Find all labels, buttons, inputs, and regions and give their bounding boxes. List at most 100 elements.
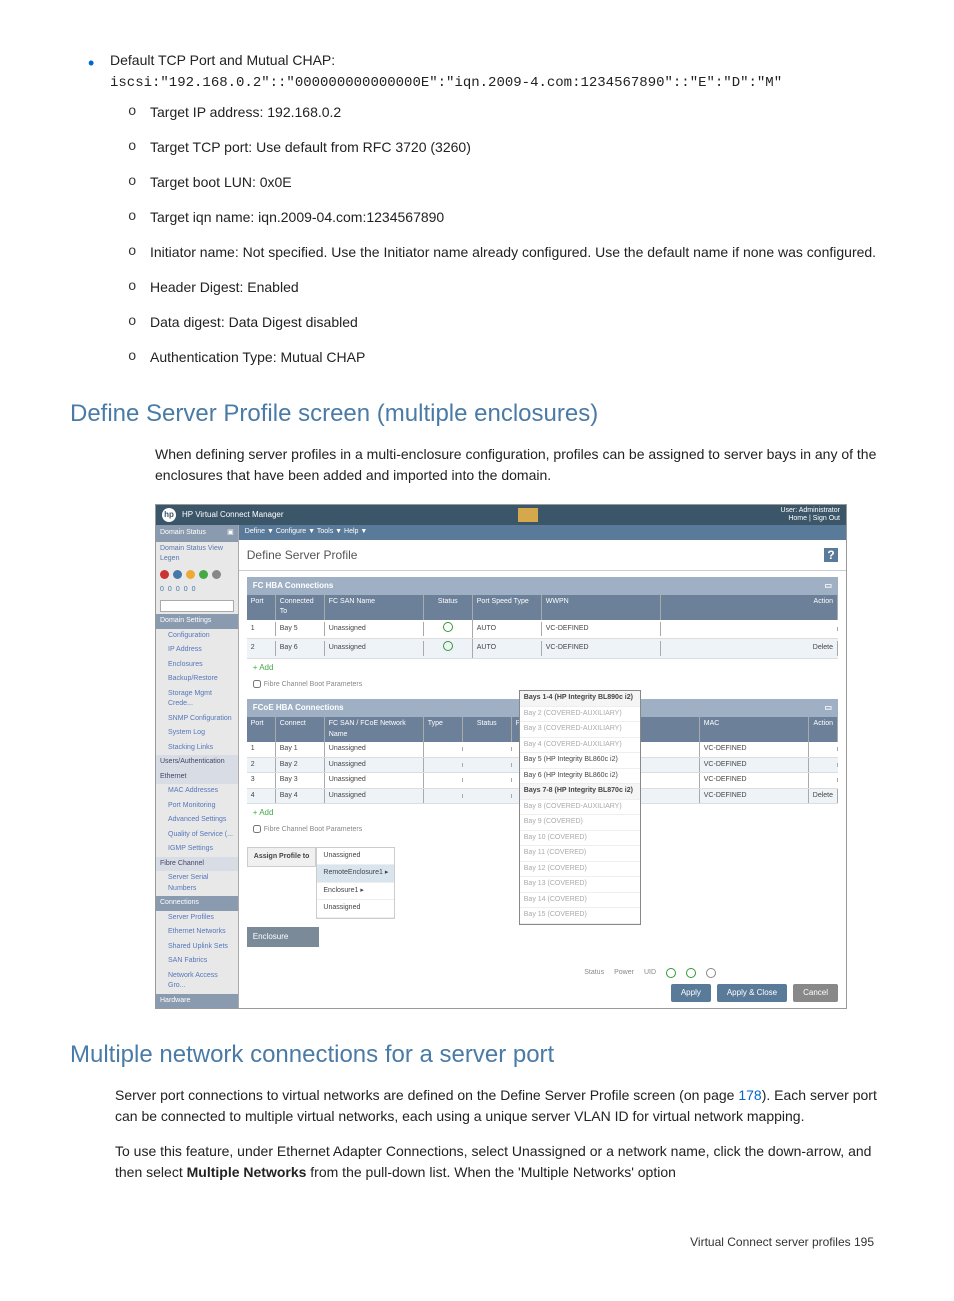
sidebar-item[interactable]: Server Serial Numbers (156, 871, 238, 896)
sidebar: Domain Status▣ Domain Status View Legen … (156, 525, 239, 1008)
bays-dropdown-list[interactable]: Bays 1-4 (HP Integrity BL890c i2)Bay 2 (… (519, 690, 641, 925)
bay-option[interactable]: Bay 11 (COVERED) (520, 846, 640, 862)
main-panel: Define ▼ Configure ▼ Tools ▼ Help ▼ Defi… (239, 525, 846, 1008)
table-row[interactable]: 2Bay 6UnassignedAUTOVC-DEFINEDDelete (247, 639, 838, 659)
page-title: Define Server Profile (247, 546, 358, 564)
sidebar-item[interactable]: Configuration (156, 629, 238, 644)
bay-option[interactable]: Bay 5 (HP Integrity BL860c i2) (520, 753, 640, 769)
status-leds: StatusPowerUID (584, 968, 716, 979)
home-signout-links[interactable]: Home | Sign Out (788, 515, 840, 522)
sidebar-item[interactable]: SNMP Configuration (156, 712, 238, 727)
sidebar-section-connections[interactable]: Connections (156, 896, 238, 911)
paragraph: When defining server profiles in a multi… (155, 444, 884, 486)
status-icon (212, 570, 221, 579)
sidebar-item[interactable]: Backup/Restore (156, 672, 238, 687)
sidebar-domain-sub[interactable]: Domain Status View Legen (156, 542, 238, 567)
fc-section-header[interactable]: FC HBA Connections▭ (247, 577, 838, 595)
sidebar-cat-ethernet[interactable]: Ethernet (156, 770, 238, 785)
sidebar-item[interactable]: Advanced Settings (156, 813, 238, 828)
sidebar-item[interactable]: SAN Fabrics (156, 954, 238, 969)
assign-label: Assign Profile to (247, 847, 317, 868)
sidebar-item[interactable]: IP Address (156, 643, 238, 658)
sub-item: Target IP address: 192.168.0.2 (110, 102, 884, 123)
status-icon-row (156, 567, 238, 582)
bay-option[interactable]: Bay 3 (COVERED-AUXILIARY) (520, 722, 640, 738)
sidebar-section-hardware[interactable]: Hardware (156, 994, 238, 1009)
bold-text: Multiple Networks (187, 1164, 307, 1180)
status-led-icon (666, 968, 676, 978)
sidebar-item[interactable]: Network Access Gro... (156, 969, 238, 994)
page-title-row: Define Server Profile ? (239, 540, 846, 571)
apply-button[interactable]: Apply (671, 984, 711, 1002)
add-fc-button[interactable]: + Add (247, 659, 838, 677)
dropdown-option[interactable]: Enclosure1 ▸ (317, 883, 394, 901)
menu-bar[interactable]: Define ▼ Configure ▼ Tools ▼ Help ▼ (239, 525, 846, 540)
dropdown-option[interactable]: Unassigned (317, 900, 394, 918)
sidebar-section-settings[interactable]: Domain Settings (156, 614, 238, 629)
paragraph: Server port connections to virtual netwo… (115, 1085, 884, 1127)
dropdown-option[interactable]: RemoteEnclosure1 ▸ (317, 865, 394, 883)
uid-led-icon (706, 968, 716, 978)
action-buttons: Apply Apply & Close Cancel (671, 984, 838, 1002)
bullet-text: Default TCP Port and Mutual CHAP: (110, 52, 335, 68)
fc-table-header: PortConnected ToFC SAN NameStatusPort Sp… (247, 595, 838, 620)
sub-item: Target boot LUN: 0x0E (110, 172, 884, 193)
dropdown-option[interactable]: Unassigned (317, 848, 394, 866)
power-led-icon (686, 968, 696, 978)
bay-option[interactable]: Bay 13 (COVERED) (520, 877, 640, 893)
apply-close-button[interactable]: Apply & Close (717, 984, 787, 1002)
sidebar-item[interactable]: Ethernet Networks (156, 925, 238, 940)
sidebar-item[interactable]: Storage Mgmt Crede... (156, 687, 238, 712)
hp-logo-icon: hp (162, 508, 176, 522)
status-icon (173, 570, 182, 579)
bay-option[interactable]: Bay 6 (HP Integrity BL860c i2) (520, 769, 640, 785)
user-label: User: Administrator (780, 507, 840, 514)
sub-item: Initiator name: Not specified. Use the I… (110, 242, 884, 263)
sidebar-item[interactable]: MAC Addresses (156, 784, 238, 799)
heading-multiple-network: Multiple network connections for a serve… (70, 1037, 884, 1073)
status-icon (160, 570, 169, 579)
sidebar-item[interactable]: Server Profiles (156, 911, 238, 926)
bay-option[interactable]: Bay 4 (COVERED-AUXILIARY) (520, 738, 640, 754)
app-title: HP Virtual Connect Manager (182, 509, 284, 521)
sidebar-item[interactable]: Quality of Service (... (156, 828, 238, 843)
bay-option[interactable]: Bay 15 (COVERED) (520, 908, 640, 924)
award-icon (518, 508, 538, 522)
sidebar-cat-users[interactable]: Users/Authentication (156, 755, 238, 770)
page-link[interactable]: 178 (738, 1087, 761, 1103)
sub-item: Authentication Type: Mutual CHAP (110, 347, 884, 368)
sidebar-item[interactable]: Enclosures (156, 658, 238, 673)
sub-item: Header Digest: Enabled (110, 277, 884, 298)
enclosure-label: Enclosure (247, 927, 319, 947)
bay-option[interactable]: Bays 1-4 (HP Integrity BL890c i2) (520, 691, 640, 707)
sidebar-item[interactable]: IGMP Settings (156, 842, 238, 857)
sidebar-item[interactable]: System Log (156, 726, 238, 741)
bay-option[interactable]: Bay 9 (COVERED) (520, 815, 640, 831)
cancel-button[interactable]: Cancel (793, 984, 838, 1002)
bay-option[interactable]: Bay 8 (COVERED-AUXILIARY) (520, 800, 640, 816)
find-input[interactable] (160, 600, 234, 612)
bay-option[interactable]: Bay 12 (COVERED) (520, 862, 640, 878)
sidebar-domain-status[interactable]: Domain Status▣ (156, 525, 238, 542)
assign-dropdown[interactable]: UnassignedRemoteEnclosure1 ▸Enclosure1 ▸… (316, 847, 395, 919)
sidebar-item[interactable]: Port Monitoring (156, 799, 238, 814)
help-icon[interactable]: ? (824, 548, 838, 562)
sub-item: Data digest: Data Digest disabled (110, 312, 884, 333)
bullet-item: Default TCP Port and Mutual CHAP: iscsi:… (70, 50, 884, 368)
sidebar-cat-fibre[interactable]: Fibre Channel (156, 857, 238, 872)
table-row[interactable]: 1Bay 5UnassignedAUTOVC-DEFINED (247, 620, 838, 640)
bullet-list: Default TCP Port and Mutual CHAP: iscsi:… (70, 50, 884, 368)
sidebar-item[interactable]: Shared Uplink Sets (156, 940, 238, 955)
page-footer: Virtual Connect server profiles 195 (70, 1233, 884, 1251)
embedded-screenshot: hp HP Virtual Connect Manager User: Admi… (155, 504, 847, 1009)
bay-option[interactable]: Bay 14 (COVERED) (520, 893, 640, 909)
paragraph: To use this feature, under Ethernet Adap… (115, 1141, 884, 1183)
sidebar-item[interactable]: Stacking Links (156, 741, 238, 756)
sub-item: Target TCP port: Use default from RFC 37… (110, 137, 884, 158)
count-row: 00000 (156, 582, 238, 599)
bay-option[interactable]: Bay 10 (COVERED) (520, 831, 640, 847)
sub-list: Target IP address: 192.168.0.2 Target TCP… (110, 102, 884, 368)
status-icon (186, 570, 195, 579)
bay-option[interactable]: Bay 2 (COVERED-AUXILIARY) (520, 707, 640, 723)
bay-option[interactable]: Bays 7-8 (HP Integrity BL870c i2) (520, 784, 640, 800)
